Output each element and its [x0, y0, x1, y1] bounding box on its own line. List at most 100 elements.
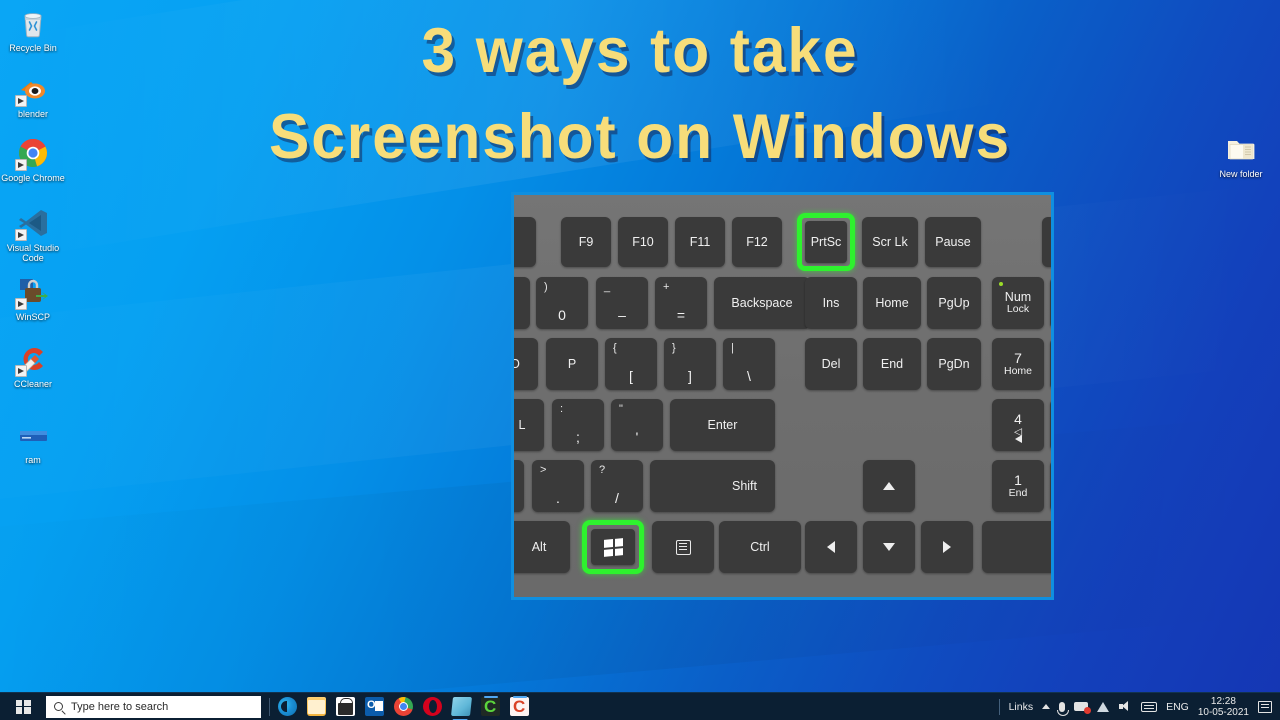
camera-off-icon[interactable]: [1074, 702, 1092, 714]
key-arrow-down[interactable]: [863, 521, 915, 573]
shortcut-overlay-icon: [15, 365, 27, 377]
context-menu-icon: [675, 539, 691, 555]
key-p[interactable]: P: [546, 338, 598, 390]
system-tray[interactable]: Links ENG 12:28 10-05-2021: [998, 696, 1280, 718]
key-backslash[interactable]: | \: [723, 338, 775, 390]
clock-date: 10-05-2021: [1197, 706, 1249, 718]
desktop-icon-visual-studio-code[interactable]: Visual Studio Code: [0, 206, 70, 263]
key-f11[interactable]: F11: [675, 217, 725, 267]
key-f9[interactable]: F9: [561, 217, 611, 267]
key-0[interactable]: ) 0: [536, 277, 588, 329]
taskbar-icon-ccleaner[interactable]: [481, 696, 500, 716]
speaker-icon[interactable]: [1119, 701, 1132, 712]
key-minus[interactable]: _ –: [596, 277, 648, 329]
start-button[interactable]: [0, 693, 46, 720]
key-scroll-lock[interactable]: Scr Lk: [862, 217, 918, 267]
tray-divider: [998, 698, 1000, 715]
key-insert[interactable]: Ins: [805, 277, 857, 329]
key-pgdn[interactable]: PgDn: [927, 338, 981, 390]
key-partial-right-2: [1050, 277, 1051, 329]
key-f12[interactable]: F12: [732, 217, 782, 267]
clock-time: 12:28: [1210, 695, 1236, 707]
key-arrow-left[interactable]: [805, 521, 857, 573]
arrow-up-icon: [883, 482, 895, 490]
key-semicolon-shifted: :: [560, 403, 564, 415]
key-partial-right-1: [1042, 217, 1051, 267]
key-f10[interactable]: F10: [618, 217, 668, 267]
taskbar-icon-google-chrome[interactable]: [394, 697, 413, 716]
search-placeholder-text: Type here to search: [71, 700, 169, 713]
key-delete[interactable]: Del: [805, 338, 857, 390]
taskbar-icon-microsoft-edge[interactable]: [278, 697, 297, 716]
chevron-up-icon[interactable]: [1042, 704, 1051, 709]
desktop-icon-ram[interactable]: ram: [0, 418, 70, 465]
key-arrow-right[interactable]: [921, 521, 973, 573]
arrow-left-icon: [827, 541, 835, 553]
key-alt-right[interactable]: Alt: [514, 521, 570, 573]
keyboard-illustration: F9 F10 F11 F12 PrtSc Scr Lk Pause ) 0 _ …: [511, 192, 1054, 600]
key-prtsc[interactable]: PrtSc: [805, 221, 847, 263]
key-l[interactable]: L: [514, 399, 544, 451]
key-semicolon[interactable]: : ;: [552, 399, 604, 451]
taskbar-icon-file-explorer[interactable]: [307, 697, 326, 716]
search-icon: [54, 702, 63, 711]
key-period-shifted: >: [540, 464, 547, 476]
taskbar-pinned-apps[interactable]: [278, 696, 529, 716]
key-semicolon-main: ;: [576, 429, 580, 445]
key-pause[interactable]: Pause: [925, 217, 981, 267]
windows-start-icon: [15, 699, 31, 714]
key-partial-right-4: [1050, 399, 1051, 451]
taskbar-icon-outlook[interactable]: [365, 697, 384, 716]
arrow-right-icon: [943, 541, 951, 553]
wifi-icon[interactable]: [1097, 701, 1110, 712]
taskbar[interactable]: Type here to search Links ENG 12:: [0, 692, 1280, 720]
key-ctrl-right[interactable]: Ctrl: [719, 521, 801, 573]
key-bracket-right[interactable]: } ]: [664, 338, 716, 390]
title-line-2: Screenshot on Windows: [268, 102, 1012, 172]
key-numpad-1[interactable]: 1 End: [992, 460, 1044, 512]
key-backspace[interactable]: Backspace: [714, 277, 810, 329]
key-o[interactable]: O: [514, 338, 538, 390]
key-end[interactable]: End: [863, 338, 921, 390]
key-shift-right[interactable]: Shift: [650, 460, 775, 512]
desktop-icon-label: WinSCP: [15, 312, 50, 322]
key-period-main: .: [556, 490, 560, 506]
key-equals-main: =: [676, 307, 686, 323]
tray-links-label[interactable]: Links: [1009, 701, 1034, 713]
taskbar-icon-sticky-notes[interactable]: [451, 697, 472, 716]
taskbar-icon-microsoft-store[interactable]: [336, 697, 355, 716]
action-center-icon[interactable]: [1258, 700, 1272, 713]
key-num-lock[interactable]: Num Lock: [992, 277, 1044, 329]
key-numpad-4[interactable]: 4 ◁: [992, 399, 1044, 451]
desktop-icon-winscp[interactable]: WinSCP: [0, 275, 70, 322]
taskbar-divider: [269, 697, 270, 716]
winscp-icon: [15, 275, 50, 310]
key-windows[interactable]: [591, 529, 635, 565]
tray-language-label[interactable]: ENG: [1166, 701, 1189, 713]
key-slash[interactable]: ? /: [591, 460, 643, 512]
key-bracket-right-main: ]: [688, 368, 692, 384]
key-pgup[interactable]: PgUp: [927, 277, 981, 329]
key-bracket-left[interactable]: { [: [605, 338, 657, 390]
microphone-icon[interactable]: [1057, 701, 1070, 716]
taskbar-icon-opera[interactable]: [423, 697, 442, 716]
key-menu[interactable]: [652, 521, 714, 573]
key-equals[interactable]: + =: [655, 277, 707, 329]
key-slash-shifted: ?: [599, 464, 606, 476]
key-numpad-7-secondary: Home: [1003, 364, 1032, 377]
key-backslash-main: \: [747, 368, 751, 384]
key-period[interactable]: > .: [532, 460, 584, 512]
desktop-icon-ccleaner[interactable]: CCleaner: [0, 342, 70, 389]
key-quote[interactable]: " ': [611, 399, 663, 451]
taskbar-clock[interactable]: 12:28 10-05-2021: [1198, 696, 1249, 718]
key-home[interactable]: Home: [863, 277, 921, 329]
key-numpad-7[interactable]: 7 Home: [992, 338, 1044, 390]
keyboard-layout-icon[interactable]: [1141, 701, 1158, 712]
key-arrow-up[interactable]: [863, 460, 915, 512]
key-enter[interactable]: Enter: [670, 399, 775, 451]
taskbar-icon-ccleaner-browser[interactable]: [510, 696, 529, 716]
taskbar-search-box[interactable]: Type here to search: [46, 695, 261, 718]
desktop[interactable]: Recycle Bin blender Google Chrome Visual…: [0, 0, 1280, 720]
key-numpad-0[interactable]: 0 Ins: [982, 521, 1051, 573]
arrow-down-icon: [883, 543, 895, 551]
